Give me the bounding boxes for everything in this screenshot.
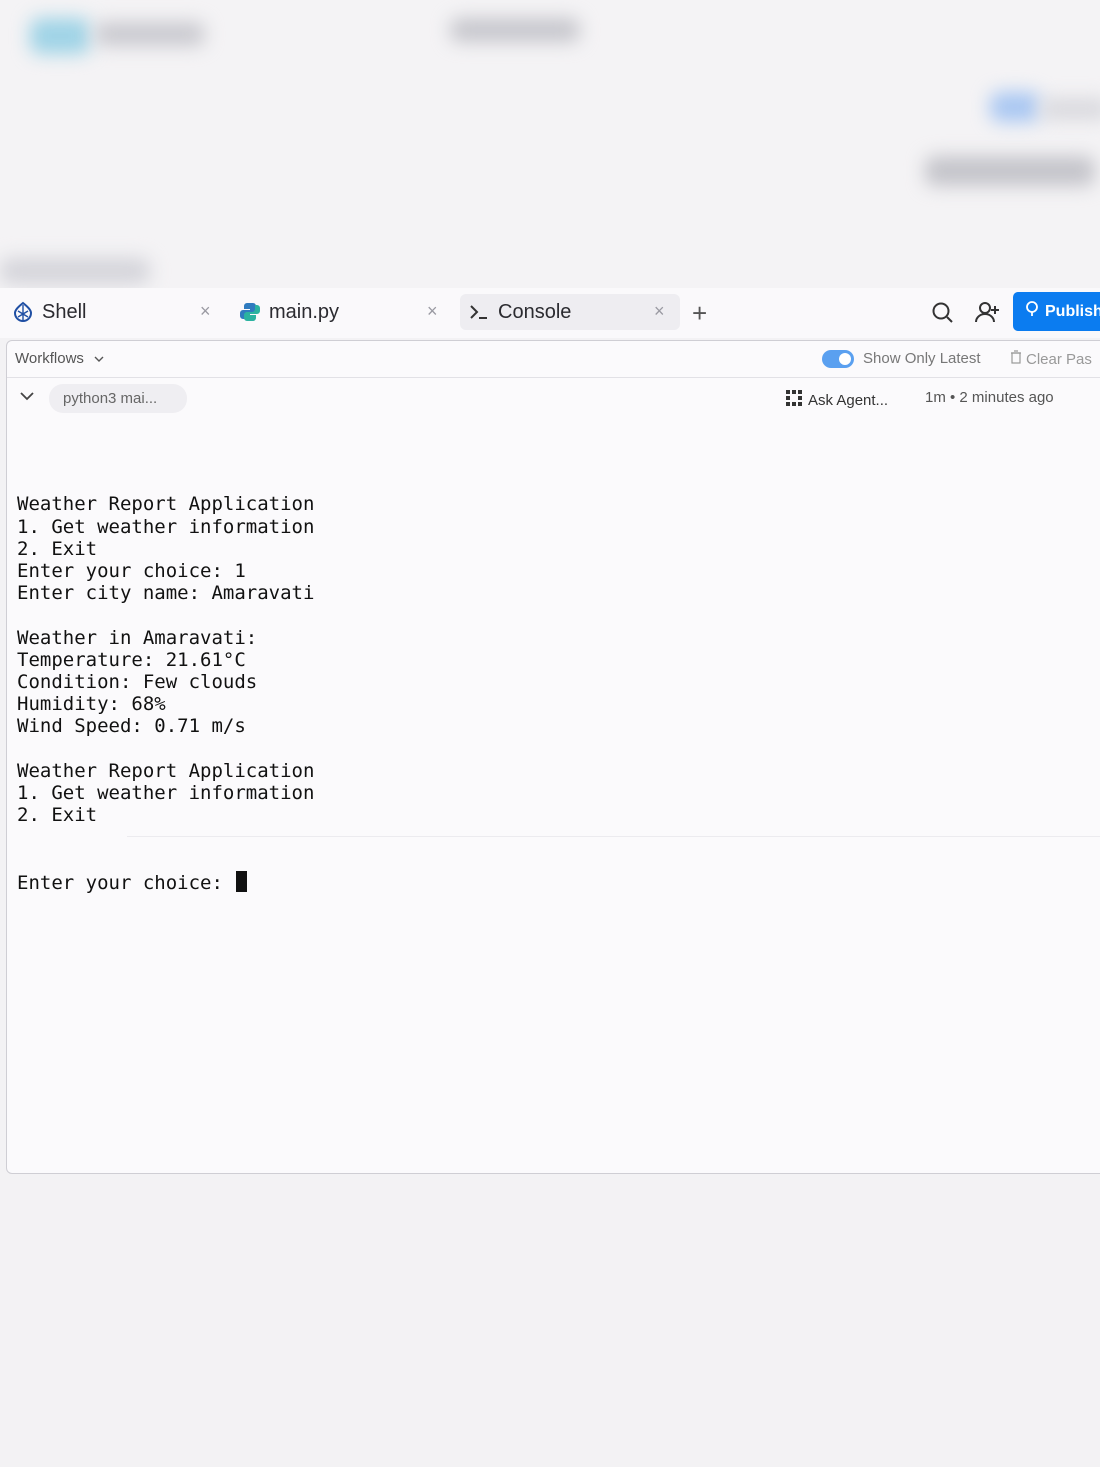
workflows-label: Workflows	[15, 350, 84, 367]
ask-agent-label: Ask Agent...	[808, 391, 889, 409]
tab-console[interactable]: Console ×	[460, 294, 680, 330]
show-only-latest-label: Show Only Latest	[863, 350, 981, 367]
clear-past-label: Clear Pas	[1026, 350, 1092, 368]
close-icon[interactable]: ×	[654, 301, 665, 322]
run-timestamp: 1m • 2 minutes ago	[925, 389, 1054, 406]
close-icon[interactable]: ×	[427, 301, 438, 322]
clear-past-button[interactable]: Clear Pas	[1010, 350, 1092, 368]
console-line: Humidity: 68%	[17, 693, 166, 716]
console-line: 1. Get weather information	[17, 782, 315, 805]
divider	[127, 836, 1100, 837]
invite-user-icon[interactable]	[974, 300, 1000, 326]
shell-icon	[10, 299, 36, 325]
trash-icon	[1010, 350, 1022, 368]
blurred-text	[0, 258, 150, 284]
publish-button[interactable]: Publish	[1013, 292, 1100, 331]
tab-shell-label: Shell	[42, 300, 87, 323]
blurred-logo	[30, 18, 90, 54]
console-line: Weather Report Application	[17, 493, 315, 516]
console-line: 2. Exit	[17, 537, 98, 560]
chevron-down-icon	[94, 350, 104, 367]
blurred-text	[1040, 98, 1100, 120]
console-line: 2. Exit	[17, 804, 98, 827]
console-line: 1. Get weather information	[17, 515, 315, 538]
tab-shell[interactable]: Shell ×	[10, 294, 220, 330]
add-tab-icon[interactable]: +	[692, 298, 707, 329]
console-line: Wind Speed: 0.71 m/s	[17, 715, 246, 738]
tab-bar: Shell × main.py × Console × + Publish	[0, 288, 1100, 338]
console-line: Enter your choice: 1	[17, 560, 246, 583]
console-output[interactable]: Weather Report Application 1. Get weather…	[17, 449, 1097, 938]
publish-icon	[1025, 301, 1039, 322]
console-prompt-line: Enter your choice:	[17, 870, 1097, 894]
blurred-button	[990, 92, 1040, 122]
blurred-text	[450, 18, 580, 42]
show-only-latest-toggle[interactable]	[822, 350, 854, 368]
agent-icon	[785, 389, 803, 411]
blurred-text	[95, 22, 205, 46]
run-command-chip[interactable]: python3 mai...	[49, 384, 187, 413]
tab-console-label: Console	[498, 300, 572, 323]
tab-main-label: main.py	[269, 300, 340, 323]
console-line: Enter city name: Amaravati	[17, 582, 315, 605]
workflows-bar: Workflows Show Only Latest Clear Pas	[7, 341, 1100, 378]
run-header: python3 mai... Ask Agent... 1m • 2 minut…	[7, 379, 1100, 417]
console-lines: Weather Report Application 1. Get weather…	[17, 493, 1097, 826]
console-prompt: Enter your choice:	[17, 871, 235, 894]
console-line: Temperature: 21.61°C	[17, 648, 246, 671]
terminal-icon	[466, 299, 492, 325]
python-icon	[237, 299, 263, 325]
search-icon[interactable]	[930, 300, 956, 326]
workflows-dropdown[interactable]: Workflows	[15, 350, 104, 367]
collapse-chevron-icon[interactable]	[19, 389, 35, 408]
run-command-label: python3 mai...	[63, 390, 158, 407]
publish-label: Publish	[1045, 302, 1100, 320]
blurred-text	[925, 156, 1095, 186]
close-icon[interactable]: ×	[200, 301, 211, 322]
blurred-header-region	[0, 0, 1100, 288]
console-line: Weather Report Application	[17, 759, 315, 782]
console-line: Weather in Amaravati:	[17, 626, 258, 649]
ask-agent-button[interactable]: Ask Agent...	[785, 389, 888, 411]
console-panel: Workflows Show Only Latest Clear Pas pyt…	[6, 340, 1100, 1174]
console-line: Condition: Few clouds	[17, 671, 258, 694]
tab-main-py[interactable]: main.py ×	[237, 294, 447, 330]
text-cursor	[236, 870, 248, 892]
